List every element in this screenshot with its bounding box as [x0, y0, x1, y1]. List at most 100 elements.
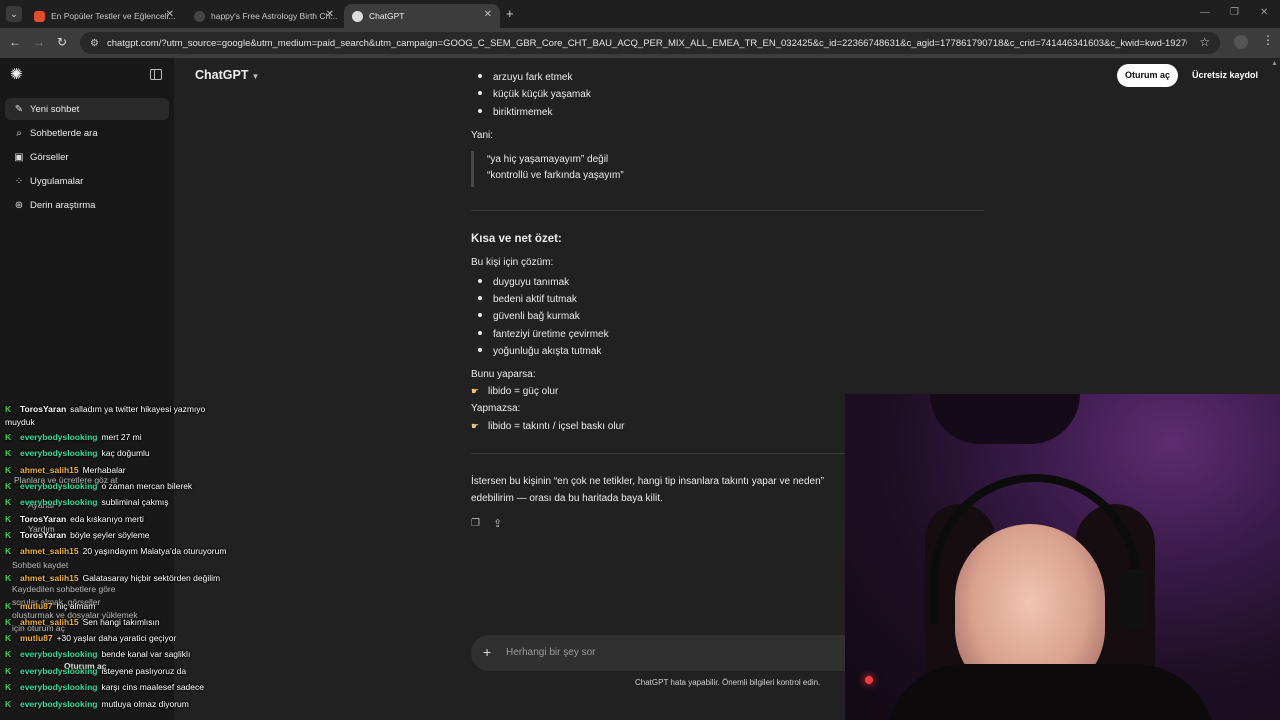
list-item: yoğunluğu akışta tutmak: [471, 346, 601, 357]
sidebar-item-label: Yeni sohbet: [30, 103, 80, 115]
openai-logo-icon[interactable]: ✺: [10, 67, 26, 83]
browser-tab-1[interactable]: En Popüler Testler ve Eğlenceli... ✕: [26, 4, 182, 28]
signup-button[interactable]: Ücretsiz kaydol: [1186, 64, 1265, 87]
site-info-icon[interactable]: ⚙: [90, 38, 99, 49]
browser-tab-bar: ⌄ En Popüler Testler ve Eğlenceli... ✕ h…: [0, 0, 1280, 28]
chat-message: Keverybodyslooking isteyene paslıyoruz da: [5, 666, 187, 676]
sidebar-item-deep-research[interactable]: ⊛ Derin araştırma: [5, 194, 169, 216]
result-line: ☛ libido = takıntı / içsel baskı olur: [471, 421, 625, 432]
attach-plus-icon[interactable]: +: [483, 644, 491, 660]
chatgpt-favicon-icon: [352, 10, 363, 22]
browser-menu-icon[interactable]: ⋮: [1262, 33, 1274, 47]
browser-toolbar: ← → ↻ ⚙ chatgpt.com/?utm_source=google&u…: [0, 28, 1280, 58]
copy-icon[interactable]: ❐: [471, 518, 480, 529]
share-icon[interactable]: ⇪: [493, 517, 502, 530]
quote-line: “kontrollü ve farkında yaşayım”: [487, 170, 624, 181]
chat-message: Kahmet_salih15 20 yaşındayım Malatya'da o…: [5, 546, 227, 556]
tab-close-icon[interactable]: ✕: [484, 9, 492, 20]
maximize-icon[interactable]: ❐: [1230, 7, 1239, 18]
sidebar-item-label: Derin araştırma: [30, 199, 96, 211]
section-heading: Kısa ve net özet:: [471, 233, 562, 245]
list-item: arzuyu fark etmek: [471, 72, 572, 83]
chat-message: Kahmet_salih15 Galatasaray hiçbir sektörd…: [5, 573, 221, 583]
pointing-hand-icon: ☛: [471, 386, 480, 396]
sidebar-item-label: Sohbetlerde ara: [30, 127, 98, 139]
close-window-icon[interactable]: ✕: [1260, 7, 1268, 18]
blockquote-bar: [471, 151, 474, 187]
sidebar-item-new-chat[interactable]: ✎ Yeni sohbet: [5, 98, 169, 120]
paragraph: Bunu yaparsa:: [471, 369, 536, 380]
tab-title: ChatGPT: [369, 11, 405, 21]
tab-title: En Popüler Testler ve Eğlenceli...: [51, 11, 176, 21]
images-icon: ▣: [14, 151, 24, 163]
tab-close-icon[interactable]: ✕: [166, 9, 174, 20]
edit-icon: ✎: [14, 103, 24, 115]
tab-close-icon[interactable]: ✕: [326, 9, 334, 20]
paragraph: İstersen bu kişinin “en çok ne tetikler,…: [471, 476, 824, 487]
chat-message: Kahmet_salih15 Sen hangi takımlısın: [5, 617, 160, 627]
address-bar[interactable]: ⚙ chatgpt.com/?utm_source=google&utm_med…: [80, 32, 1220, 54]
site-favicon-icon: [34, 10, 45, 22]
red-light: [865, 676, 873, 684]
paragraph: Yani:: [471, 130, 494, 141]
profile-avatar-icon[interactable]: [1234, 35, 1248, 49]
chat-message: K TorosYaran salladım ya twitter hikayesi …: [5, 404, 206, 427]
sidebar-item-label: Uygulamalar: [30, 175, 84, 187]
paragraph: Bu kişi için çözüm:: [471, 257, 554, 268]
paragraph: edebilirim — orası da bu haritada baya k…: [471, 493, 663, 504]
headphone-earcup: [1120, 569, 1150, 629]
webcam-shoulders: [885, 664, 1215, 720]
search-icon: ⌕: [16, 127, 22, 139]
chat-message: K TorosYaran eda kıskanıyo merti: [5, 514, 144, 524]
chat-message: Keverybodyslooking bende kanal var saglik…: [5, 649, 191, 659]
reload-icon[interactable]: ↻: [57, 35, 67, 49]
new-tab-plus-icon[interactable]: +: [506, 6, 514, 21]
sidebar-item-search[interactable]: ⌕ Sohbetlerde ara: [5, 122, 169, 144]
list-item: küçük küçük yaşamak: [471, 89, 591, 100]
minimize-icon[interactable]: —: [1200, 7, 1210, 18]
quote-line: “ya hiç yaşamayayım” değil: [487, 154, 609, 165]
star-icon[interactable]: ☆: [1199, 35, 1210, 49]
browser-tab-chatgpt[interactable]: ChatGPT ✕: [344, 4, 500, 28]
sidebar-item-apps[interactable]: ⁘ Uygulamalar: [5, 170, 169, 192]
stream-chat-overlay: Planlara ve ücretlere göz at Ayarlar Yar…: [0, 400, 230, 720]
ghost-saved-line: Kaydedilen sohbetlere göre: [12, 584, 116, 594]
chat-message: Keverybodyslooking o zaman mercan bilerek: [5, 481, 193, 491]
model-picker[interactable]: ChatGPT ▼: [195, 68, 259, 82]
sidebar-item-images[interactable]: ▣ Görseller: [5, 146, 169, 168]
result-line: ☛ libido = güç olur: [471, 386, 559, 397]
chevron-down-icon: ▼: [251, 72, 260, 81]
chat-message: Kmutlu87 hiç almam: [5, 601, 96, 611]
pointing-hand-icon: ☛: [471, 421, 480, 431]
tab-list-chevron-icon[interactable]: ⌄: [6, 6, 22, 22]
paragraph: Yapmazsa:: [471, 403, 521, 414]
list-item: duyguyu tanımak: [471, 277, 569, 288]
forward-arrow-icon[interactable]: →: [33, 35, 45, 49]
ghost-save-chat: Sohbeti kaydet: [12, 560, 69, 570]
chat-message: Kmutlu87 +30 yaşlar daha yaratici geçiyor: [5, 633, 177, 643]
chat-message: Keverybodyslooking karşı cins maalesef sa…: [5, 682, 204, 692]
prompt-composer[interactable]: + Herhangi bir şey sor: [471, 635, 891, 671]
chat-message: Keverybodyslooking kaç doğumlu: [5, 448, 150, 458]
prompt-input[interactable]: Herhangi bir şey sor: [506, 647, 595, 658]
list-item: güvenli bağ kurmak: [471, 311, 580, 322]
browser-tab-2[interactable]: happy's Free Astrology Birth Ch... ✕: [186, 4, 342, 28]
disclaimer-text: ChatGPT hata yapabilir. Önemli bilgileri…: [635, 678, 821, 687]
webcam-background-lamp: [930, 394, 1080, 444]
chat-message: Keverybodyslooking subliminal çakmış: [5, 497, 169, 507]
tab-title: happy's Free Astrology Birth Ch...: [211, 11, 338, 21]
list-item: fanteziyi üretime çevirmek: [471, 329, 609, 340]
site-favicon-icon: [194, 10, 205, 22]
headphones-icon: [930, 474, 1140, 624]
sidebar-toggle-icon[interactable]: [150, 69, 162, 80]
list-item: biriktirmemek: [471, 107, 552, 118]
divider: [471, 210, 984, 211]
back-arrow-icon[interactable]: ←: [9, 35, 21, 49]
address-url[interactable]: chatgpt.com/?utm_source=google&utm_mediu…: [107, 38, 1187, 49]
chat-message: K TorosYaran böyle şeyler söyleme: [5, 530, 150, 540]
apps-icon: ⁘: [14, 175, 24, 187]
model-name: ChatGPT: [195, 68, 249, 82]
chat-message: Keverybodyslooking mert 27 mi: [5, 432, 142, 442]
login-button[interactable]: Oturum aç: [1117, 64, 1179, 87]
scroll-up-icon[interactable]: ▲: [1271, 60, 1278, 67]
